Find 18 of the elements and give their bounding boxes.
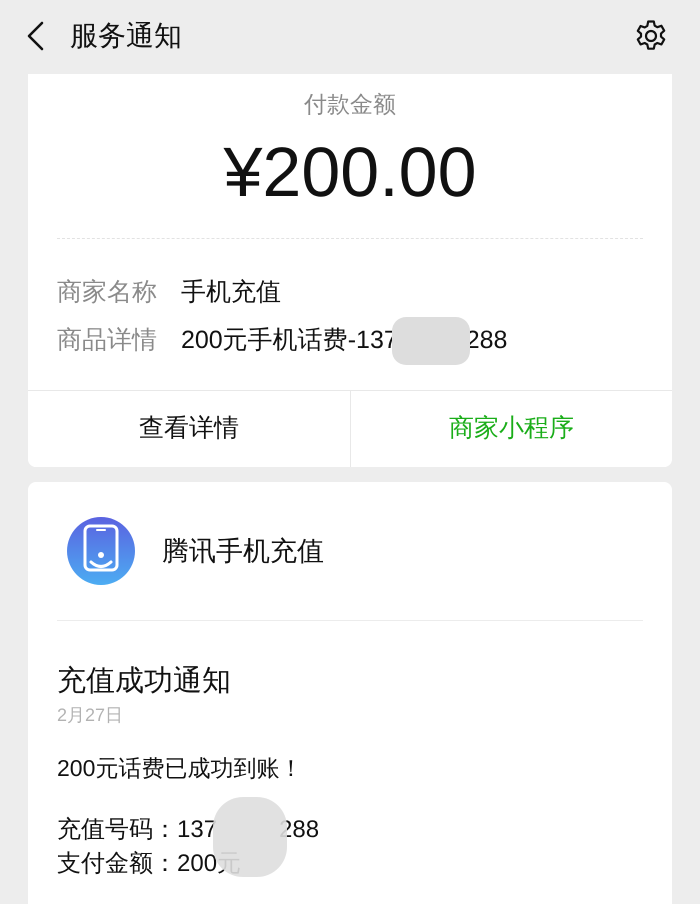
amount-label: 付款金额: [304, 90, 396, 118]
page-title: 服务通知: [70, 22, 182, 50]
notice-title: 充值成功通知: [57, 664, 231, 699]
detail-value: 288: [279, 815, 320, 845]
phone-app-icon: [67, 517, 135, 585]
settings-icon[interactable]: [634, 19, 668, 53]
detail-value: 200元: [177, 849, 242, 879]
service-name: 腾讯手机充值: [162, 534, 324, 568]
detail-value: 137: [177, 815, 218, 845]
detail-label: 商家名称: [57, 277, 158, 308]
payment-amount: ¥200.00: [223, 132, 477, 212]
detail-label: 商品详情: [57, 325, 158, 356]
notice-date: 2月27日: [57, 704, 124, 727]
notice-message: 200元话费已成功到账！: [57, 754, 302, 783]
detail-value: 手机充值: [181, 277, 281, 308]
detail-label: 支付金额：: [57, 849, 177, 879]
back-icon[interactable]: [26, 21, 44, 51]
detail-label: 充值号码：: [57, 815, 177, 845]
